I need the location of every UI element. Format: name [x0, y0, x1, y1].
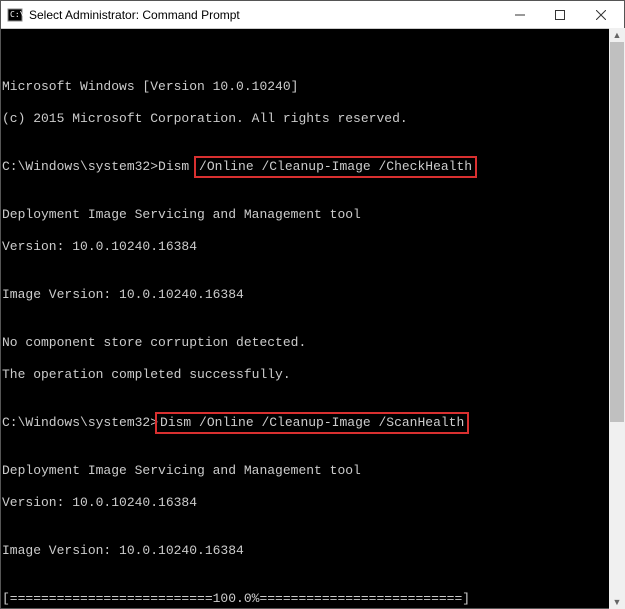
console-line: No component store corruption detected. — [2, 335, 623, 351]
console-line: [==========================100.0%=======… — [2, 591, 623, 607]
console-line: Version: 10.0.10240.16384 — [2, 495, 623, 511]
highlight-scanhealth: Dism /Online /Cleanup-Image /ScanHealth — [155, 412, 469, 434]
titlebar[interactable]: C:\ Select Administrator: Command Prompt — [1, 1, 624, 29]
console-line: Version: 10.0.10240.16384 — [2, 239, 623, 255]
highlight-checkhealth: /Online /Cleanup-Image /CheckHealth — [194, 156, 477, 178]
scrollbar-thumb[interactable] — [610, 42, 624, 422]
console-line: Microsoft Windows [Version 10.0.10240] — [2, 79, 623, 95]
console-line: Image Version: 10.0.10240.16384 — [2, 543, 623, 559]
svg-text:C:\: C:\ — [10, 10, 23, 19]
scroll-up-arrow[interactable]: ▲ — [609, 28, 625, 42]
scroll-down-arrow[interactable]: ▼ — [609, 595, 625, 609]
command-prompt-window: C:\ Select Administrator: Command Prompt… — [0, 0, 625, 609]
console-line: (c) 2015 Microsoft Corporation. All righ… — [2, 111, 623, 127]
console-line: Deployment Image Servicing and Managemen… — [2, 207, 623, 223]
vertical-scrollbar[interactable]: ▲ ▼ — [609, 28, 625, 609]
console-line: Image Version: 10.0.10240.16384 — [2, 287, 623, 303]
cmd-icon: C:\ — [7, 7, 23, 23]
maximize-button[interactable] — [540, 1, 580, 28]
console-area[interactable]: Microsoft Windows [Version 10.0.10240] (… — [1, 29, 624, 608]
console-line: The operation completed successfully. — [2, 367, 623, 383]
window-title: Select Administrator: Command Prompt — [29, 8, 500, 22]
console-line: Deployment Image Servicing and Managemen… — [2, 463, 623, 479]
close-button[interactable] — [580, 1, 622, 28]
minimize-button[interactable] — [500, 1, 540, 28]
console-prompt-line: C:\Windows\system32>Dism /Online /Cleanu… — [2, 159, 623, 175]
console-prompt-line: C:\Windows\system32>Dism /Online /Cleanu… — [2, 415, 623, 431]
window-controls — [500, 1, 622, 28]
